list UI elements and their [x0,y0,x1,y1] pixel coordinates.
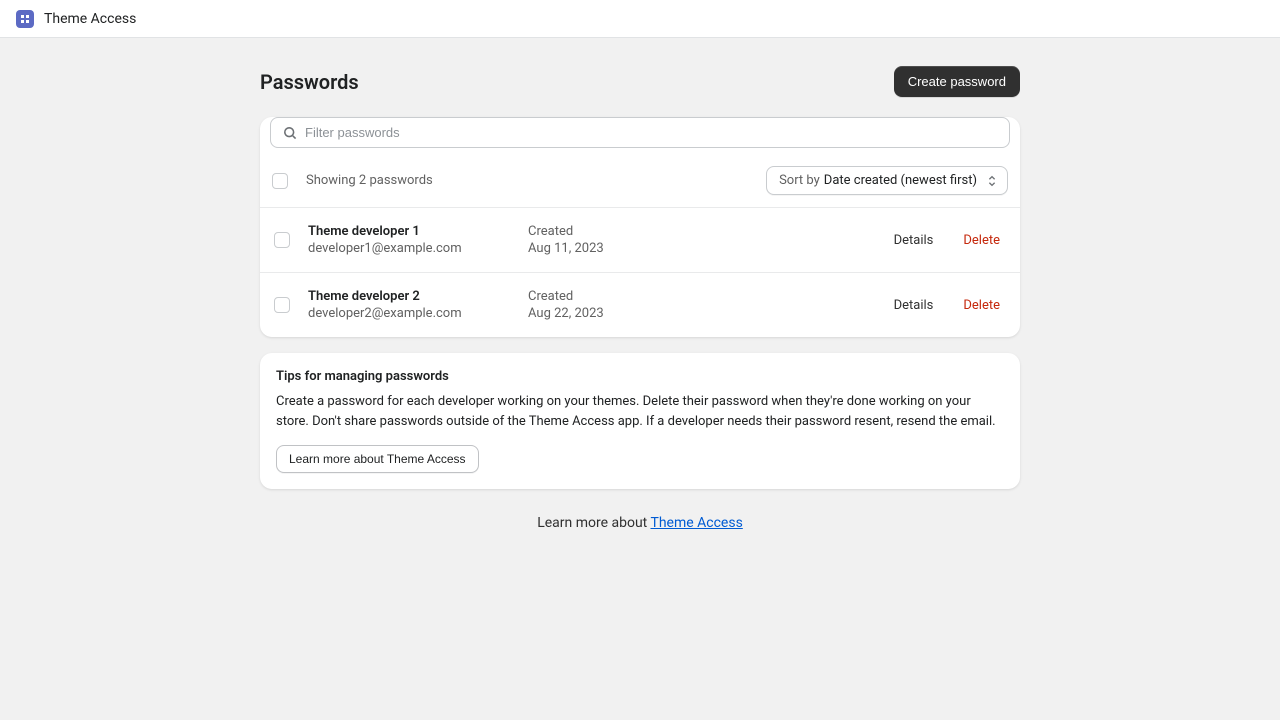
row-created-date: Aug 22, 2023 [528,306,728,321]
search-wrapper [270,117,1010,148]
count-wrapper: Showing 2 passwords [272,173,433,189]
row-name: Theme developer 1 [308,224,528,239]
footer-prefix: Learn more about [537,515,650,531]
row-created: Created Aug 11, 2023 [528,224,728,256]
footer-link[interactable]: Theme Access [650,515,742,531]
delete-button[interactable]: Delete [963,298,1000,313]
row-checkbox[interactable] [274,232,290,248]
row-name: Theme developer 2 [308,289,528,304]
details-button[interactable]: Details [894,233,934,248]
row-created-label: Created [528,224,728,239]
delete-button[interactable]: Delete [963,233,1000,248]
row-created-date: Aug 11, 2023 [528,241,728,256]
search-icon [282,125,298,141]
table-row: Theme developer 1 developer1@example.com… [260,207,1020,272]
row-created-label: Created [528,289,728,304]
tips-title: Tips for managing passwords [276,369,1004,384]
tips-body: Create a password for each developer wor… [276,392,1004,431]
sort-chevrons-icon [985,174,999,188]
table-row: Theme developer 2 developer2@example.com… [260,272,1020,337]
page-header: Passwords Create password [260,66,1020,97]
tips-card: Tips for managing passwords Create a pas… [260,353,1020,489]
app-icon [16,10,34,28]
row-main: Theme developer 2 developer2@example.com [308,289,528,321]
footer-text: Learn more about Theme Access [260,515,1020,531]
row-actions: Details Delete [894,233,1006,248]
row-checkbox[interactable] [274,297,290,313]
passwords-card: Showing 2 passwords Sort by Date created… [260,117,1020,337]
count-text: Showing 2 passwords [306,173,433,188]
row-main: Theme developer 1 developer1@example.com [308,224,528,256]
row-created: Created Aug 22, 2023 [528,289,728,321]
sort-label: Sort by [779,173,820,188]
row-email: developer2@example.com [308,306,528,321]
search-input[interactable] [270,117,1010,148]
learn-more-button[interactable]: Learn more about Theme Access [276,445,479,473]
details-button[interactable]: Details [894,298,934,313]
list-controls: Showing 2 passwords Sort by Date created… [260,158,1020,207]
sort-dropdown[interactable]: Sort by Date created (newest first) [766,166,1008,195]
create-password-button[interactable]: Create password [894,66,1020,97]
select-all-checkbox[interactable] [272,173,288,189]
app-name: Theme Access [44,11,136,27]
row-email: developer1@example.com [308,241,528,256]
sort-value: Date created (newest first) [824,173,977,188]
page-title: Passwords [260,70,359,94]
main-container: Passwords Create password Showing 2 pass… [260,38,1020,559]
top-bar: Theme Access [0,0,1280,38]
row-actions: Details Delete [894,298,1006,313]
